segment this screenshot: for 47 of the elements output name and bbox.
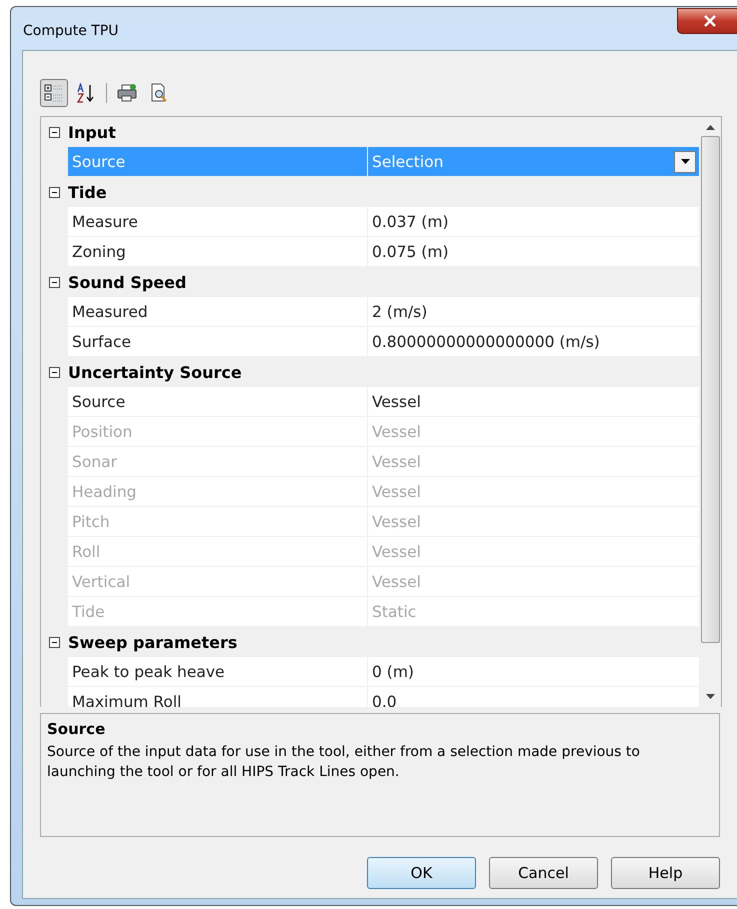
category-label: Input (68, 122, 116, 142)
scroll-down-icon[interactable] (706, 694, 714, 699)
property-name[interactable]: Peak to peak heave (68, 657, 368, 687)
category-row[interactable]: Tide (41, 177, 699, 207)
property-value[interactable]: Vessel (368, 387, 699, 417)
dialog-button[interactable]: Cancel (489, 857, 598, 889)
scroll-up-icon[interactable] (706, 125, 714, 130)
close-button[interactable] (677, 8, 737, 34)
category-row[interactable]: Uncertainty Source (41, 357, 699, 387)
sort-az-icon (76, 83, 96, 103)
category-label: Uncertainty Source (68, 362, 242, 382)
minus-icon (49, 276, 60, 288)
property-name[interactable]: Surface (68, 327, 368, 357)
scroll-thumb[interactable] (700, 136, 720, 643)
minus-icon (49, 366, 60, 378)
dialog-button[interactable]: Help (611, 857, 720, 889)
dialog-button[interactable]: OK (367, 857, 476, 889)
printer-icon (117, 83, 137, 103)
property-value[interactable]: 0.0 (368, 687, 699, 707)
property-value[interactable]: 2 (m/s) (368, 297, 699, 327)
categorized-list-icon (44, 83, 64, 103)
window-title: Compute TPU (23, 23, 119, 39)
dropdown-button[interactable] (674, 150, 696, 172)
property-name[interactable]: Zoning (68, 237, 368, 267)
category-row[interactable]: Sweep parameters (41, 627, 699, 657)
property-value[interactable]: 0.037 (m) (368, 207, 699, 237)
category-row[interactable]: Input (41, 117, 699, 147)
category-row[interactable]: Sound Speed (41, 267, 699, 297)
categorized-button[interactable] (40, 79, 68, 107)
property-value[interactable]: 0 (m) (368, 657, 699, 687)
property-name[interactable]: Maximum Roll (68, 687, 368, 707)
property-value[interactable]: 0.80000000000000000 (m/s) (368, 327, 699, 357)
minus-icon (49, 126, 60, 138)
category-label: Sweep parameters (68, 632, 238, 652)
caret-icon (680, 159, 690, 164)
description-title: Source (47, 720, 106, 738)
property-name[interactable]: Measure (68, 207, 368, 237)
property-value[interactable]: 0.075 (m) (368, 237, 699, 267)
description-text: Source of the input data for use in the tool, either from a selection made previous to launching the tool or for all HIPS Track Lines open. (47, 743, 641, 782)
close-icon (703, 15, 717, 27)
print-preview-icon (149, 83, 169, 103)
category-label: Sound Speed (68, 272, 186, 292)
minus-icon (49, 186, 60, 198)
minus-icon (49, 636, 60, 648)
property-name[interactable]: Measured (68, 297, 368, 327)
category-label: Tide (68, 182, 107, 202)
property-name[interactable]: Source (68, 387, 368, 417)
